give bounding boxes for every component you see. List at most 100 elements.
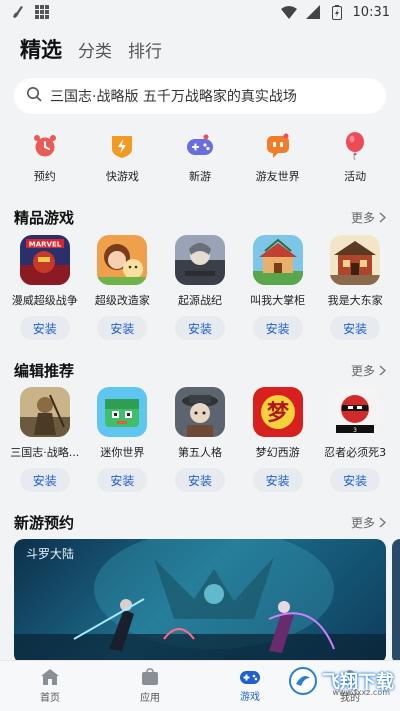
app-name: 叫我大掌柜	[250, 294, 306, 307]
svg-text:3: 3	[353, 427, 357, 434]
banner-title: 斗罗大陆	[26, 547, 75, 561]
broom-icon	[10, 4, 26, 20]
install-button[interactable]: 安装	[330, 468, 381, 492]
home-icon	[41, 669, 59, 685]
tab-ranking[interactable]: 排行	[128, 37, 162, 62]
watermark-url: www.fxxz.com	[332, 688, 390, 697]
origin-war-icon[interactable]	[174, 235, 225, 285]
install-button[interactable]: 安装	[19, 316, 70, 340]
app-card[interactable]: 叫我大掌柜 安装	[242, 235, 314, 340]
quick-item-community[interactable]: 游友世界	[243, 132, 313, 184]
alarm-clock-icon	[31, 132, 59, 160]
quick-label: 新游	[188, 170, 211, 183]
nav-apps[interactable]: 应用	[100, 661, 200, 711]
svg-text:MARVEL: MARVEL	[29, 241, 62, 249]
install-button[interactable]: 安装	[19, 468, 70, 492]
quick-entries: 预约 快游戏 新游 游友世界 活动	[0, 132, 400, 184]
watermark: 飞翔下载 www.fxxz.com	[288, 666, 394, 697]
app-card[interactable]: 三国志·战略... 安装	[9, 387, 81, 492]
quick-label: 游友世界	[255, 170, 300, 183]
app-name: 漫威超级战争	[11, 294, 78, 307]
more-label: 更多	[350, 211, 375, 225]
section-title: 编辑推荐	[14, 362, 75, 380]
section-header-premium: 精品游戏 更多	[14, 207, 386, 228]
shopkeeper-icon[interactable]	[252, 235, 303, 285]
gamepad-icon	[186, 132, 214, 160]
more-link[interactable]: 更多	[351, 209, 386, 226]
balloon-icon	[341, 132, 369, 160]
chevron-right-icon	[379, 212, 386, 223]
app-card[interactable]: 3 忍者必须死3 安装	[319, 387, 391, 492]
app-name: 迷你世界	[100, 446, 145, 459]
more-label: 更多	[350, 516, 375, 530]
chevron-right-icon	[379, 517, 386, 528]
app-card[interactable]: 第五人格 安装	[164, 387, 236, 492]
battery-icon	[329, 4, 345, 20]
app-card[interactable]: MARVEL 漫威超级战争 安装	[9, 235, 81, 340]
search-bar[interactable]: 三国志·战略版 五千万战略家的真实战场	[14, 78, 386, 114]
quick-item-events[interactable]: 活动	[320, 132, 390, 184]
section-title: 精品游戏	[14, 209, 75, 227]
marvel-super-war-icon[interactable]: MARVEL	[19, 235, 70, 285]
quick-item-quickgame[interactable]: 快游戏	[87, 132, 157, 184]
search-icon	[26, 86, 42, 106]
more-link[interactable]: 更多	[351, 514, 386, 531]
app-name: 三国志·战略...	[10, 446, 80, 459]
app-card[interactable]: 起源战纪 安装	[164, 235, 236, 340]
install-button[interactable]: 安装	[330, 316, 381, 340]
app-card[interactable]: 超级改造家 安装	[86, 235, 158, 340]
top-tabs: 精选 分类 排行	[20, 34, 162, 64]
quick-label: 预约	[33, 170, 56, 183]
chat-bubble-icon	[264, 132, 292, 160]
chevron-right-icon	[379, 365, 386, 376]
super-renovator-icon[interactable]	[97, 235, 148, 285]
mini-world-icon[interactable]	[97, 387, 148, 437]
install-button[interactable]: 安装	[174, 316, 225, 340]
nav-label: 首页	[40, 693, 60, 704]
nav-home[interactable]: 首页	[0, 661, 100, 711]
install-button[interactable]: 安装	[252, 468, 303, 492]
app-name: 忍者必须死3	[324, 446, 387, 459]
app-card[interactable]: 迷你世界 安装	[86, 387, 158, 492]
install-button[interactable]: 安装	[97, 468, 148, 492]
svg-text:梦: 梦	[267, 400, 290, 426]
app-name: 第五人格	[177, 446, 222, 459]
editor-app-row: 三国志·战略... 安装 迷你世界 安装 第五人格 安装 梦 梦幻西游 安装 3…	[0, 387, 400, 492]
signal-icon	[305, 4, 321, 20]
section-header-newgames: 新游预约 更多	[14, 512, 386, 533]
new-game-banner[interactable]: 斗罗大陆	[14, 539, 386, 664]
nav-label: 应用	[140, 693, 160, 704]
status-bar: 10:31	[0, 0, 400, 24]
ninja-must-die-icon[interactable]: 3	[330, 387, 381, 437]
premium-app-row: MARVEL 漫威超级战争 安装 超级改造家 安装 起源战纪 安装 叫我大掌柜 …	[0, 235, 400, 340]
more-link[interactable]: 更多	[351, 362, 386, 379]
wifi-icon	[280, 4, 297, 20]
next-banner-peek[interactable]	[392, 539, 400, 664]
app-name: 梦幻西游	[255, 446, 300, 459]
install-button[interactable]: 安装	[174, 468, 225, 492]
status-time: 10:31	[352, 4, 390, 20]
tab-category[interactable]: 分类	[78, 37, 112, 62]
quick-label: 快游戏	[105, 170, 139, 183]
tab-featured[interactable]: 精选	[20, 34, 62, 64]
app-card[interactable]: 梦 梦幻西游 安装	[242, 387, 314, 492]
big-boss-icon[interactable]	[330, 235, 381, 285]
app-card[interactable]: 我是大东家 安装	[319, 235, 391, 340]
search-placeholder: 三国志·战略版 五千万战略家的真实战场	[50, 89, 297, 105]
quick-label: 活动	[344, 170, 367, 183]
install-button[interactable]: 安装	[97, 316, 148, 340]
nav-games[interactable]: 游戏	[200, 661, 300, 711]
bolt-shield-icon	[108, 132, 136, 160]
section-header-editor: 编辑推荐 更多	[14, 360, 386, 381]
three-kingdoms-icon[interactable]	[19, 387, 70, 437]
identity-v-icon[interactable]	[174, 387, 225, 437]
gamepad-icon	[240, 671, 260, 684]
watermark-logo-icon	[289, 667, 317, 695]
more-label: 更多	[350, 364, 375, 378]
fantasy-westward-icon[interactable]: 梦	[252, 387, 303, 437]
nav-label: 游戏	[240, 692, 260, 703]
quick-item-newgames[interactable]: 新游	[165, 132, 235, 184]
install-button[interactable]: 安装	[252, 316, 303, 340]
quick-item-reserve[interactable]: 预约	[10, 132, 80, 184]
apps-bag-icon	[142, 668, 158, 685]
